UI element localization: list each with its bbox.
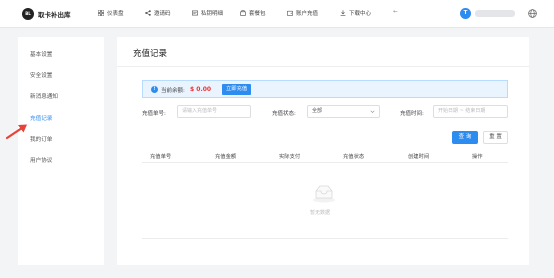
column-actual-payment: 实际支付 [279,154,301,160]
annotation-arrow-icon [5,124,27,140]
dashboard-icon [98,10,104,16]
status-select-value: 全部 [312,108,323,114]
status-label: 充值状态: [272,111,296,117]
share-icon [145,10,151,16]
globe-icon[interactable] [528,9,537,18]
info-icon: ! [151,86,158,93]
title-divider [117,66,529,67]
sidebar-item-notifications[interactable]: 新消息通知 [30,92,58,100]
balance-amount: $ 0.00 [190,85,212,93]
nav-invite-code[interactable]: 邀请码 [145,9,171,17]
balance-label: 当前余额: [161,88,185,94]
sidebar-item-security-settings[interactable]: 安全设置 [30,71,52,79]
column-recharge-status: 充值状态 [343,154,365,160]
nav-dashboard-label: 仪表盘 [107,11,124,17]
brand-name[interactable]: 取卡补出库 [38,9,71,19]
empty-box-icon [313,185,335,203]
time-label: 充值时间: [400,111,424,117]
column-actions: 操作 [472,154,483,160]
balance-alert: ! 当前余额: $ 0.00 立即充值 [142,80,508,98]
nav-download-center-label: 下载中心 [349,11,372,17]
column-recharge-amount: 充值金额 [215,154,237,160]
recharge-now-button[interactable]: 立即充值 [222,84,252,95]
nav-dashboard[interactable]: 仪表盘 [98,9,124,17]
key-icon [192,10,198,16]
wallet-icon [287,10,293,16]
download-icon [340,10,346,16]
top-navbar: BL 取卡补出库 仪表盘 邀请码 私钥明细 套餐包 账户充值 下载中心 ← T [0,0,554,28]
back-arrow-icon[interactable]: ← [393,9,398,15]
page-title: 充值记录 [133,49,168,59]
column-created-time: 创建时间 [408,154,430,160]
avatar[interactable]: T [460,8,471,19]
sidebar-item-recharge-records[interactable]: 充值记录 [30,114,52,122]
table-bottom-divider [142,238,508,239]
package-icon [240,10,246,16]
table-header: 充值单号 充值金额 实际支付 充值状态 创建时间 操作 [142,147,508,163]
chevron-down-icon [370,110,375,113]
order-number-label: 充值单号: [142,111,166,117]
nav-packages[interactable]: 套餐包 [240,9,266,17]
nav-private-keys-label: 私钥明细 [201,11,224,17]
username-redacted[interactable] [475,10,515,17]
column-order-number: 充值单号 [150,154,172,160]
reset-button[interactable]: 重 置 [483,131,508,144]
query-button[interactable]: 查 询 [452,131,478,144]
nav-packages-label: 套餐包 [249,11,266,17]
sidebar-item-basic-settings[interactable]: 基本设置 [30,50,52,58]
nav-account-recharge-label: 账户充值 [296,11,319,17]
nav-download-center[interactable]: 下载中心 [340,9,371,17]
brand-logo[interactable]: BL [22,8,34,20]
nav-private-keys[interactable]: 私钥明细 [192,9,223,17]
nav-account-recharge[interactable]: 账户充值 [287,9,318,17]
status-select[interactable]: 全部 [307,105,380,118]
order-number-input[interactable]: 请输入充值单号 [177,105,251,118]
settings-sidebar: 基本设置 安全设置 新消息通知 充值记录 我的订单 用户协议 [18,37,104,265]
sidebar-item-my-orders[interactable]: 我的订单 [30,135,52,143]
main-panel: 充值记录 ! 当前余额: $ 0.00 立即充值 充值单号: 请输入充值单号 充… [117,37,529,265]
nav-invite-code-label: 邀请码 [154,11,171,17]
date-range-input[interactable]: 开始日期 ~ 结束日期 [433,105,508,118]
sidebar-item-user-agreement[interactable]: 用户协议 [30,156,52,164]
empty-state-text: 暂无数据 [310,210,331,216]
